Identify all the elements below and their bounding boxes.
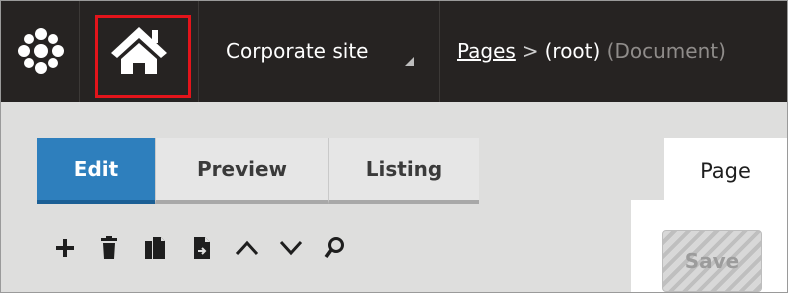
- arrow-down-icon[interactable]: [271, 228, 311, 268]
- plus-icon[interactable]: [45, 228, 85, 268]
- breadcrumb-pages-link[interactable]: Pages: [457, 39, 516, 63]
- search-icon[interactable]: [315, 228, 355, 268]
- content-area: Edit Preview Listing Page Save: [1, 102, 787, 292]
- home-highlight-box: [95, 15, 191, 98]
- breadcrumb-type: (Document): [606, 39, 726, 63]
- tab-listing[interactable]: Listing: [328, 138, 479, 204]
- tab-page[interactable]: Page: [664, 138, 787, 205]
- trash-icon[interactable]: [89, 228, 129, 268]
- app-frame: Corporate site Pages > (root) (Document) E…: [0, 0, 788, 293]
- site-selector[interactable]: Corporate site: [199, 1, 440, 102]
- breadcrumb-separator: >: [521, 39, 539, 63]
- tab-preview[interactable]: Preview: [155, 138, 328, 204]
- breadcrumb-current: (root): [544, 39, 601, 63]
- top-navigation-bar: Corporate site Pages > (root) (Document): [1, 1, 787, 102]
- page-panel: Save: [631, 200, 787, 292]
- arrow-up-icon[interactable]: [227, 228, 267, 268]
- site-dropdown-caret-icon: [405, 57, 414, 66]
- breadcrumb: Pages > (root) (Document): [457, 1, 726, 102]
- logo-icon: [18, 28, 64, 74]
- tab-edit[interactable]: Edit: [37, 138, 155, 204]
- save-button[interactable]: Save: [662, 230, 762, 292]
- app-logo[interactable]: [1, 1, 80, 102]
- move-icon[interactable]: [182, 228, 222, 268]
- copy-icon[interactable]: [135, 228, 175, 268]
- site-name: Corporate site: [226, 39, 369, 63]
